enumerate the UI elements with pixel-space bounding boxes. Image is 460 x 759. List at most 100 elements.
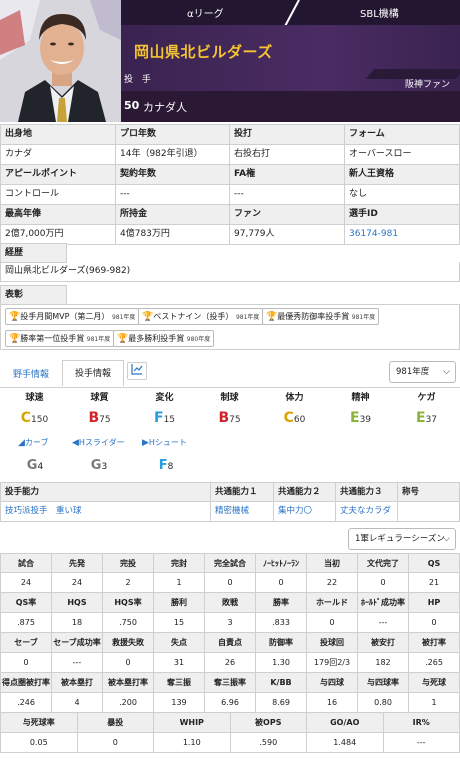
info-value: 97,779人 xyxy=(230,225,345,245)
info-header: フォーム xyxy=(345,125,460,145)
trophy-icon: 🏆 xyxy=(9,334,21,344)
info-value: 4億783万円 xyxy=(116,225,230,245)
stats-header-row: 得点圏被打率 被本塁打 被本塁打率 奪三振 奪三振率 K/BB 与四球 与四球率 与死球 xyxy=(0,673,460,693)
award-badge: 🏆勝率第一位投手賞 981年度 xyxy=(5,330,115,347)
stats-header-row: QS率 HQS HQS率 勝利 敗戦 勝率 ホールド ﾎｰﾙﾄﾞ成功率 HP xyxy=(0,593,460,613)
title-value xyxy=(398,502,460,522)
pitch-h-shoot: ▶Hシュート xyxy=(142,438,187,448)
info-value: --- xyxy=(116,185,230,205)
ability-value: E39 xyxy=(349,410,372,426)
ability-header: 球質 xyxy=(90,393,109,403)
ability-table-row: 技巧派投手 重い球 精密機械 集中力〇 丈夫なカラダ xyxy=(0,502,460,522)
trophy-icon: 🏆 xyxy=(266,312,278,322)
chart-icon[interactable] xyxy=(127,362,147,380)
position-label: 投 手 xyxy=(124,75,154,85)
chevron-down-icon: ⌵ xyxy=(443,534,450,544)
stats-header-row: 与死球率 暴投 WHIP 被OPS GO/AO IR% xyxy=(0,713,460,733)
pitch-value: G4 xyxy=(26,458,44,473)
trophy-icon: 🏆 xyxy=(9,312,21,322)
stats-value-row: .246 4.200 139 6.96 8.69 16 0.80 1 xyxy=(0,693,460,713)
info-header: 最高年俸 xyxy=(0,205,116,225)
league-label: αリーグ xyxy=(187,9,224,20)
info-header: 投打 xyxy=(230,125,345,145)
ability-header: 変化 xyxy=(155,393,174,403)
award-badge: 🏆投手月間MVP（第二月） 981年度 xyxy=(5,308,140,325)
info-header: 選手ID xyxy=(345,205,460,225)
ability-header: 制球 xyxy=(220,393,239,403)
info-header: アピールポイント xyxy=(0,165,116,185)
award-badge: 🏆最多勝利投手賞 980年度 xyxy=(113,330,215,347)
stats-header-row: セーブ セーブ成功率 救援失敗 失点 自責点 防御率 投球回 被安打 被打率 xyxy=(0,633,460,653)
uniform-number: 50 xyxy=(124,99,140,112)
stats-value-row: 24 24 2 1 0 0 22 0 21 xyxy=(0,573,460,593)
common-ability-link[interactable]: 精密機械 xyxy=(211,502,274,522)
award-badge: 🏆ベストナイン（投手） 981年度 xyxy=(138,308,264,325)
pitch-value: F8 xyxy=(158,458,174,473)
player-header: αリーグ SBL機構 岡山県北ビルダーズ 投 手 阪神ファン 50 カナダ人 xyxy=(0,0,460,122)
career-header: 経歴 xyxy=(0,243,67,263)
player-name: カナダ人 xyxy=(143,101,187,114)
ability-table-header-row: 投手能力 共通能力１ 共通能力２ 共通能力３ 称号 xyxy=(0,482,460,502)
trophy-icon: 🏆 xyxy=(117,334,129,344)
info-value: オーバースロー xyxy=(345,145,460,165)
fan-label: 阪神ファン xyxy=(404,80,450,90)
ability-table: 投手能力 共通能力１ 共通能力２ 共通能力３ 称号 技巧派投手 重い球 精密機械… xyxy=(0,482,460,522)
player-info-grid: 出身地 プロ年数 投打 フォーム カナダ 14年（982年引退） 右投右打 オー… xyxy=(0,124,460,245)
arrow-up-left-icon: ◢ xyxy=(18,438,25,448)
organization-label: SBL機構 xyxy=(360,9,399,20)
pitcher-ability-link[interactable]: 技巧派投手 重い球 xyxy=(0,502,211,522)
info-header: 所持金 xyxy=(116,205,230,225)
ability-value: B75 xyxy=(218,410,241,426)
ability-value: E37 xyxy=(415,410,438,426)
info-value: コントロール xyxy=(0,185,116,205)
pitch-value: G3 xyxy=(90,458,108,473)
info-value: 2億7,000万円 xyxy=(0,225,116,245)
ability-header: 体力 xyxy=(285,393,304,403)
stats-header-row: 試合 先発 完投 完封 完全試合 ﾉｰﾋｯﾄﾉｰﾗﾝ 当初 文代完了 QS xyxy=(0,553,460,573)
trophy-icon: 🏆 xyxy=(142,312,154,322)
info-header: 出身地 xyxy=(0,125,116,145)
info-value: 右投右打 xyxy=(230,145,345,165)
team-banner: 岡山県北ビルダーズ 投 手 阪神ファン xyxy=(121,25,460,91)
pitch-h-slider: ◀Hスライダー xyxy=(72,438,125,448)
stats-table: 試合 先発 完投 完封 完全試合 ﾉｰﾋｯﾄﾉｰﾗﾝ 当初 文代完了 QS 24 24 2 1 0 0 22… xyxy=(0,553,460,753)
info-header: 契約年数 xyxy=(116,165,230,185)
common-ability-link[interactable]: 集中力〇 xyxy=(274,502,336,522)
arrow-right-icon: ▶ xyxy=(142,438,149,448)
arrow-left-icon: ◀ xyxy=(72,438,79,448)
awards-header: 表彰 xyxy=(0,285,67,305)
award-badge: 🏆最優秀防御率投手賞 981年度 xyxy=(262,308,380,325)
ability-value: F15 xyxy=(153,410,176,426)
ability-value: B75 xyxy=(88,410,111,426)
info-header: 新人王資格 xyxy=(345,165,460,185)
ability-value: C150 xyxy=(20,410,49,426)
stats-value-row: 0.05 0 1.10.590 1.484 --- xyxy=(0,733,460,753)
player-name-bar: 50 カナダ人 xyxy=(121,91,460,122)
stats-value-row: .875 18.750 15 3.833 0 --- 0 xyxy=(0,613,460,633)
info-value: カナダ xyxy=(0,145,116,165)
awards-list: 🏆投手月間MVP（第二月） 981年度 🏆ベストナイン（投手） 981年度 🏆最… xyxy=(0,304,460,350)
ability-header: ケガ xyxy=(417,393,436,403)
common-ability-link[interactable]: 丈夫なカラダ xyxy=(336,502,398,522)
career-value: 岡山県北ビルダーズ(969-982) xyxy=(0,262,460,282)
info-value: なし xyxy=(345,185,460,205)
ability-value: C60 xyxy=(283,410,306,426)
chevron-down-icon: ⌵ xyxy=(443,367,450,377)
info-header: FA権 xyxy=(230,165,345,185)
info-value: --- xyxy=(230,185,345,205)
team-name[interactable]: 岡山県北ビルダーズ xyxy=(134,41,273,62)
pitch-curve: ◢カーブ xyxy=(18,438,49,448)
season-select[interactable]: 1軍レギュラーシーズン ⌵ xyxy=(348,528,456,550)
info-value: 14年（982年引退） xyxy=(116,145,230,165)
player-photo xyxy=(0,0,121,122)
info-header: プロ年数 xyxy=(116,125,230,145)
year-select[interactable]: 981年度 ⌵ xyxy=(389,361,456,383)
stats-value-row: 0 --- 0 31 26 1.30 179回2/3 182.265 xyxy=(0,653,460,673)
tab-pitcher-info[interactable]: 投手情報 xyxy=(62,360,124,386)
info-header: ファン xyxy=(230,205,345,225)
divider-slash xyxy=(284,0,300,27)
tab-divider xyxy=(0,387,460,388)
tab-fielder-info[interactable]: 野手情報 xyxy=(6,362,56,388)
player-id-link[interactable]: 36174-981 xyxy=(345,225,460,245)
ability-header: 球速 xyxy=(25,393,44,403)
